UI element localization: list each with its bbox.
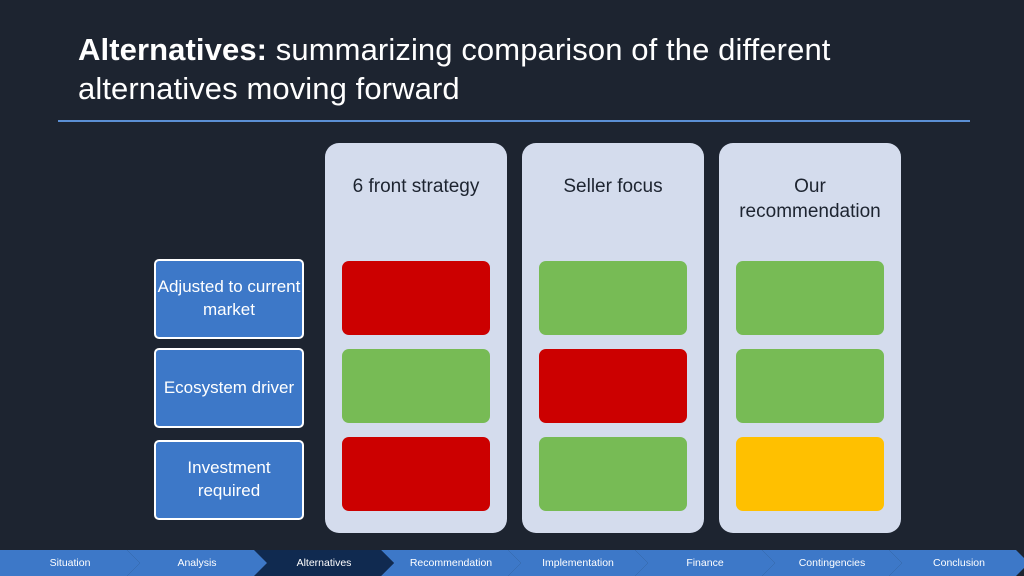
nav-chevron-label: Conclusion xyxy=(933,557,985,569)
nav-chevron-label: Alternatives xyxy=(296,557,352,569)
nav-chevron-implementation[interactable]: Implementation xyxy=(508,550,648,576)
row-label-text-1: Ecosystem driver xyxy=(163,377,295,397)
nav-chevron-label: Contingencies xyxy=(798,557,866,569)
matrix-cell-2-0 xyxy=(342,437,490,511)
nav-chevron-finance[interactable]: Finance xyxy=(635,550,775,576)
page-title-bold: Alternatives: xyxy=(78,32,268,67)
nav-chevron-analysis[interactable]: Analysis xyxy=(127,550,267,576)
nav-chevron-recommendation[interactable]: Recommendation xyxy=(381,550,521,576)
column-header-2: Our recommendation xyxy=(739,176,881,222)
row-label-1: Ecosystem driver xyxy=(154,348,304,428)
matrix-cell-2-1 xyxy=(539,437,687,511)
nav-chevron-situation[interactable]: Situation xyxy=(0,550,140,576)
column-header-1: Seller focus xyxy=(563,176,663,197)
column-header-0: 6 front strategy xyxy=(352,176,480,197)
matrix-cell-1-2 xyxy=(736,349,884,423)
row-label-text-2: Investment required xyxy=(187,458,271,500)
nav-chevron-label: Analysis xyxy=(177,557,217,569)
nav-chevron-label: Recommendation xyxy=(409,557,493,569)
matrix-cell-1-1 xyxy=(539,349,687,423)
nav-chevron-label: Finance xyxy=(686,557,724,569)
matrix-cell-0-1 xyxy=(539,261,687,335)
section-navigation: Situation Analysis Alternatives Recommendat… xyxy=(0,550,1024,576)
row-label-0: Adjusted to current market xyxy=(154,259,304,339)
slide-canvas: Alternatives: summarizing comparison of … xyxy=(0,0,1024,576)
nav-chevron-label: Implementation xyxy=(542,557,614,569)
matrix-cell-0-0 xyxy=(342,261,490,335)
matrix-cell-2-2 xyxy=(736,437,884,511)
nav-chevron-label: Situation xyxy=(49,557,91,569)
nav-chevron-contingencies[interactable]: Contingencies xyxy=(762,550,902,576)
title-divider xyxy=(58,120,970,122)
page-title: Alternatives: summarizing comparison of … xyxy=(78,30,978,109)
nav-chevron-alternatives[interactable]: Alternatives xyxy=(254,550,394,576)
nav-chevron-conclusion[interactable]: Conclusion xyxy=(889,550,1024,576)
row-label-text-0: Adjusted to current market xyxy=(157,277,301,319)
matrix-cell-0-2 xyxy=(736,261,884,335)
row-label-2: Investment required xyxy=(154,440,304,520)
matrix-cell-1-0 xyxy=(342,349,490,423)
